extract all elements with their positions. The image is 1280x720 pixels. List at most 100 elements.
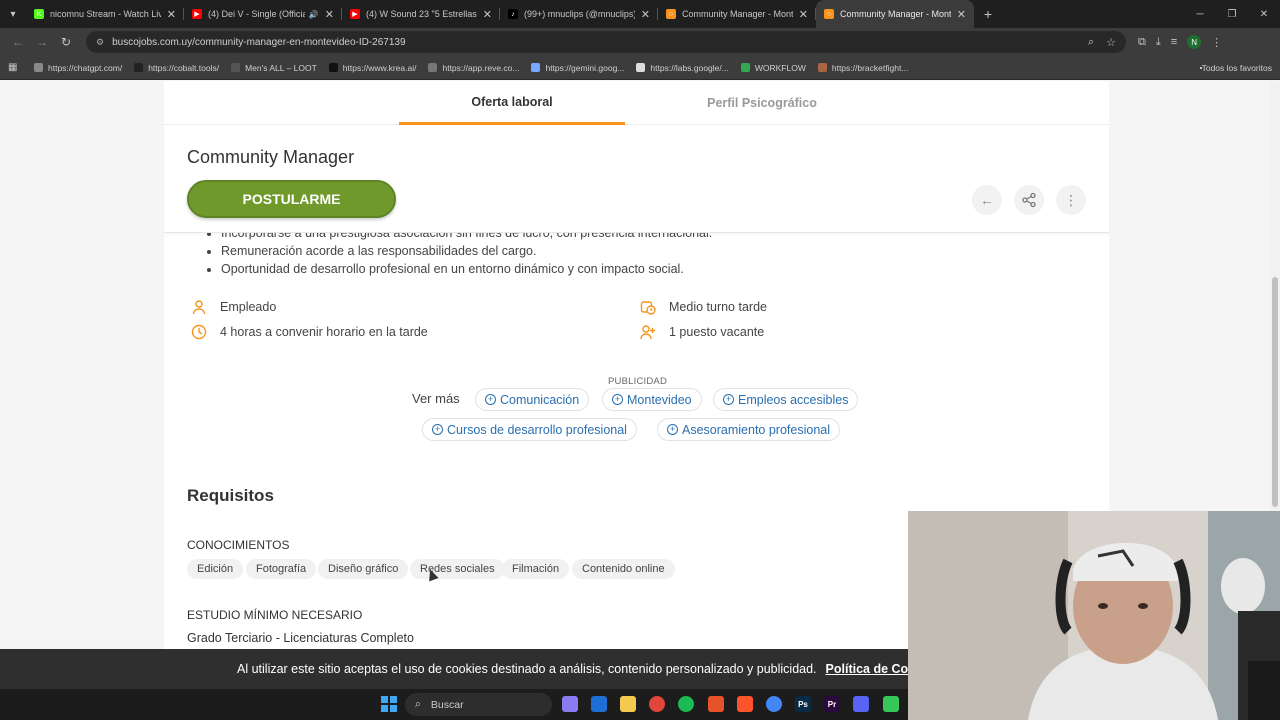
bookmark-favicon-icon — [428, 63, 438, 72]
site-info-icon[interactable]: ⚙ — [96, 37, 104, 48]
new-tab-button[interactable]: + — [974, 6, 1002, 22]
bookmark-item[interactable]: https://gemini.goog... — [531, 63, 624, 73]
minimize-icon[interactable]: ─ — [1184, 9, 1216, 20]
bookmarks-bar: ▦ https://chatgpt.com/https://cobalt.too… — [0, 56, 1280, 80]
bookmark-favicon-icon — [636, 63, 646, 72]
tab-perfil-psicografico[interactable]: Perfil Psicográfico — [649, 81, 875, 125]
all-bookmarks[interactable]: Todos los favoritos — [1199, 63, 1272, 73]
chip-label: Montevideo — [627, 392, 692, 407]
bookmark-item[interactable]: WORKFLOW — [740, 63, 806, 73]
close-tab-icon[interactable]: ✕ — [167, 8, 176, 21]
job-header: Community Manager POSTULARME ← ⋮ — [164, 125, 1109, 233]
close-tab-icon[interactable]: ✕ — [483, 8, 492, 21]
bookmark-item[interactable]: https://app.reve.co... — [428, 63, 519, 73]
copilot-icon[interactable] — [562, 696, 578, 712]
close-tab-icon[interactable]: ✕ — [641, 8, 650, 21]
close-tab-icon[interactable]: ✕ — [325, 8, 334, 21]
vacancies-text: 1 puesto vacante — [669, 325, 765, 339]
tab-favicon-icon: K — [34, 9, 44, 19]
bookmark-item[interactable]: Men's ALL – LOOT — [231, 63, 317, 73]
fact-hours: 4 horas a convenir horario en la tarde — [190, 323, 428, 341]
app-orange-icon[interactable] — [708, 696, 724, 712]
fact-employment: Empleado — [190, 298, 276, 316]
requirements-title: Requisitos — [187, 486, 274, 505]
apps-grid-icon[interactable]: ▦ — [8, 62, 20, 73]
browser-tab-strip: ▾ Knicomnu Stream - Watch Live o ✕ ▶ (4) De… — [0, 0, 1280, 28]
bookmark-favicon-icon — [531, 63, 541, 72]
bookmark-label: Men's ALL – LOOT — [245, 62, 317, 73]
chrome-icon[interactable] — [766, 696, 782, 712]
browser-tab[interactable]: ○ Community Manager - Montev ✕ — [816, 0, 974, 28]
bookmark-label: https://labs.google/... — [650, 62, 729, 73]
skill-tag: Edición — [187, 559, 244, 579]
file-explorer-icon[interactable] — [620, 696, 636, 712]
share-icon[interactable] — [1014, 185, 1044, 215]
premiere-icon[interactable]: Pr — [824, 696, 840, 712]
apply-button[interactable]: POSTULARME — [187, 180, 396, 218]
skill-tag: Redes sociales — [410, 559, 505, 579]
bookmark-favicon-icon — [740, 63, 750, 72]
shift-text: Medio turno tarde — [669, 300, 767, 314]
close-tab-icon[interactable]: ✕ — [799, 8, 808, 21]
benefit-item: Oportunidad de desarrollo profesional en… — [221, 260, 712, 278]
scroll-thumb[interactable] — [1272, 277, 1278, 507]
app-green-icon[interactable] — [883, 696, 899, 712]
close-window-icon[interactable]: ✕ — [1248, 9, 1280, 20]
tab-search-icon[interactable]: ▾ — [0, 0, 26, 28]
benefit-item: Remuneración acorde a las responsabilida… — [221, 242, 712, 260]
bookmark-list: https://chatgpt.com/https://cobalt.tools… — [34, 63, 920, 73]
bookmark-item[interactable]: https://chatgpt.com/ — [34, 63, 122, 73]
brave-icon[interactable] — [737, 696, 753, 712]
audio-playing-icon[interactable]: 🔊 — [309, 10, 319, 19]
zoom-icon[interactable]: ⌕ — [1088, 36, 1094, 49]
spotify-icon[interactable] — [678, 696, 694, 712]
back-icon[interactable]: ← — [6, 35, 30, 49]
media-controls-icon[interactable]: ≡ — [1171, 36, 1177, 48]
chip-asesoramiento[interactable]: + Asesoramiento profesional — [657, 418, 840, 441]
browser-tab[interactable]: ▶ (4) W Sound 23 "5 Estrellas" - N ✕ — [342, 0, 500, 28]
windows-start-icon[interactable] — [381, 696, 397, 712]
profile-avatar[interactable]: N — [1187, 35, 1202, 49]
forward-icon[interactable]: → — [30, 35, 54, 49]
tab-favicon-icon: ○ — [824, 9, 834, 19]
restore-icon[interactable]: ❐ — [1216, 9, 1248, 20]
downloads-icon[interactable]: ⤓ — [1156, 36, 1161, 49]
bookmark-star-icon[interactable]: ☆ — [1106, 36, 1116, 49]
chip-empleos-accesibles[interactable]: + Empleos accesibles — [713, 388, 859, 411]
search-placeholder: Buscar — [430, 698, 464, 711]
bookmark-label: https://gemini.goog... — [545, 62, 625, 73]
tab-title: Community Manager - Montev — [682, 9, 793, 19]
skill-tag: Fotografía — [246, 559, 317, 579]
chip-comunicacion[interactable]: + Comunicación — [475, 388, 590, 411]
chip-montevideo[interactable]: + Montevideo — [602, 388, 702, 411]
browser-tab[interactable]: ○ Community Manager - Montev ✕ — [658, 0, 816, 28]
plus-circle-icon: + — [667, 424, 678, 435]
bookmark-item[interactable]: https://www.krea.ai/ — [328, 63, 416, 73]
menu-kebab-icon[interactable]: ⋮ — [1211, 36, 1222, 49]
plus-circle-icon: + — [485, 394, 496, 405]
extensions-icon[interactable]: ⧉ — [1138, 36, 1146, 49]
browser-tab[interactable]: ▶ (4) Dei V - Single (Official V 🔊 ✕ — [184, 0, 342, 28]
bookmark-item[interactable]: https://labs.google/... — [636, 62, 729, 73]
taskbar-search[interactable]: ⌕ Buscar — [405, 693, 552, 716]
discord-icon[interactable] — [853, 696, 869, 712]
back-arrow-icon[interactable]: ← — [972, 185, 1002, 215]
chip-label: Cursos de desarrollo profesional — [447, 422, 627, 437]
bookmark-item[interactable]: https://bracketfight... — [817, 63, 908, 73]
job-tabs: Oferta laboral Perfil Psicográfico — [164, 81, 1109, 125]
chip-cursos[interactable]: + Cursos de desarrollo profesional — [422, 418, 637, 441]
tab-favicon-icon: ♪ — [508, 9, 518, 19]
browser-tab[interactable]: Knicomnu Stream - Watch Live o ✕ — [26, 0, 184, 28]
photoshop-icon[interactable]: Ps — [795, 696, 811, 712]
settings-icon[interactable] — [649, 696, 665, 712]
browser-tab[interactable]: ♪ (99+) mnuclips (@mnuclips) | Ti ✕ — [500, 0, 658, 28]
close-tab-icon[interactable]: ✕ — [957, 8, 966, 21]
more-options-icon[interactable]: ⋮ — [1056, 185, 1086, 215]
reload-icon[interactable]: ↻ — [54, 35, 78, 49]
window-controls: ─ ❐ ✕ — [1184, 9, 1280, 20]
bookmark-favicon-icon — [328, 63, 338, 72]
bookmark-item[interactable]: https://cobalt.tools/ — [134, 63, 219, 73]
address-bar[interactable]: ⚙ buscojobs.com.uy/community-manager-en-… — [86, 31, 1126, 53]
outlook-icon[interactable] — [591, 696, 607, 712]
tab-oferta-laboral[interactable]: Oferta laboral — [399, 81, 625, 125]
